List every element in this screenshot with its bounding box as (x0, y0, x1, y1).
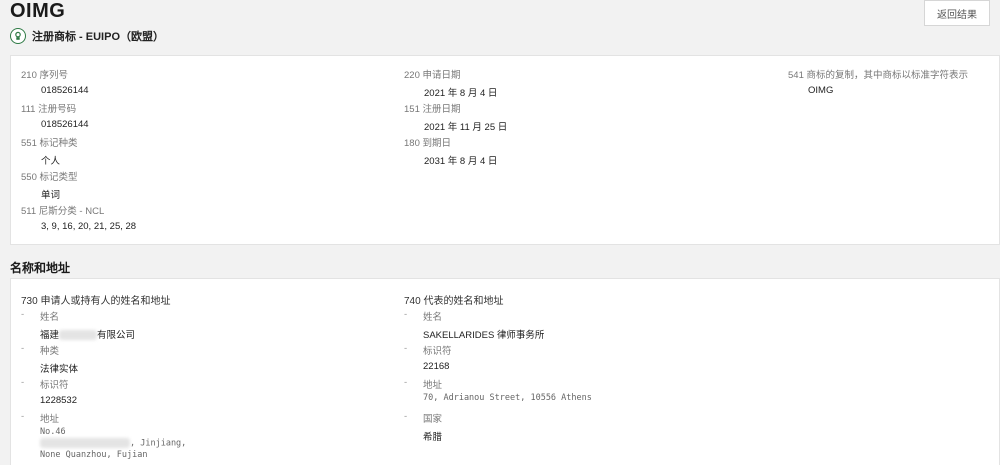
applicant-kind-field: - 种类 法律实体 (21, 343, 79, 375)
field-value: 1228532 (40, 395, 77, 406)
field-label: 姓名 (423, 312, 443, 323)
field-registration-date: 151 注册日期 2021 年 11 月 25 日 (404, 101, 507, 133)
field-label: 550 标记类型 (21, 172, 78, 183)
field-label: 151 注册日期 (404, 104, 461, 115)
names-addresses-card: 730 申请人或持有人的姓名和地址 - 姓名 福建 有限公司 - 种类 法律实体 … (10, 278, 1000, 465)
representative-address-field: - 地址 70, Adrianou Street, 10556 Athens (404, 377, 592, 403)
field-value: 018526144 (41, 119, 89, 130)
field-label: 标识符 (423, 346, 452, 357)
field-label: 210 序列号 (21, 70, 68, 81)
trademark-type-label: 注册商标 - EUIPO（欧盟） (32, 31, 165, 43)
field-mark-kind: 551 标记种类 个人 (21, 135, 78, 167)
applicant-heading: 730 申请人或持有人的姓名和地址 (21, 296, 171, 307)
field-label: 姓名 (40, 312, 60, 323)
applicant-name-prefix: 福建 (40, 330, 60, 341)
redacted-blur (40, 438, 130, 448)
field-mark-reproduction: 541 商标的复制，其中商标以标准字符表示 OIMG (788, 67, 968, 96)
field-label: 种类 (40, 346, 60, 357)
trademark-details-card: 210 序列号 018526144 111 注册号码 018526144 551… (10, 55, 1000, 245)
page-title: OIMG (10, 0, 66, 22)
representative-name-field: - 姓名 SAKELLARIDES 律师事务所 (404, 309, 545, 341)
address-line: No.46 (40, 427, 66, 437)
field-label: 地址 (40, 414, 60, 425)
applicant-name-suffix: 有限公司 (97, 330, 136, 341)
field-label: 地址 (423, 380, 443, 391)
field-value: 22168 (423, 361, 450, 372)
field-expiry-date: 180 到期日 2031 年 8 月 4 日 (404, 135, 497, 167)
field-value: SAKELLARIDES 律师事务所 (423, 330, 545, 341)
field-value: 希腊 (423, 432, 443, 443)
redacted-blur (59, 330, 98, 341)
field-value: 法律实体 (40, 364, 79, 375)
field-value: OIMG (808, 85, 834, 96)
field-value: 70, Adrianou Street, 10556 Athens (423, 393, 592, 403)
field-value: 2021 年 11 月 25 日 (424, 122, 508, 133)
applicant-identifier-field: - 标识符 1228532 (21, 377, 77, 406)
field-label: 220 申请日期 (404, 70, 461, 81)
field-label: 标识符 (40, 380, 69, 391)
field-label: 111 注册号码 (21, 104, 77, 115)
field-value: No.46 , Jinjiang, None Quanzhou, Fujian (21, 427, 186, 461)
field-value: 3, 9, 16, 20, 21, 25, 28 (41, 221, 137, 232)
trademark-status-icon (10, 28, 26, 44)
field-value: 2021 年 8 月 4 日 (424, 88, 498, 99)
field-value: 福建 有限公司 (21, 327, 135, 341)
field-value: 个人 (41, 156, 61, 167)
applicant-address-field: - 地址 No.46 , Jinjiang, None Quanzhou, Fu… (21, 411, 187, 461)
address-line: None Quanzhou, Fujian (40, 449, 148, 460)
field-label: 180 到期日 (404, 138, 451, 149)
representative-heading: 740 代表的姓名和地址 (404, 296, 504, 307)
representative-country-field: - 国家 希腊 (404, 411, 443, 443)
back-to-results-button[interactable]: 返回结果 (924, 0, 990, 26)
field-application-date: 220 申请日期 2021 年 8 月 4 日 (404, 67, 497, 99)
field-registration-number: 111 注册号码 018526144 (21, 101, 89, 130)
field-value: 018526144 (41, 85, 89, 96)
field-label: 511 尼斯分类 - NCL (21, 206, 105, 217)
field-nice-classification: 511 尼斯分类 - NCL 3, 9, 16, 20, 21, 25, 28 (21, 203, 136, 232)
names-section-title: 名称和地址 (10, 261, 71, 275)
field-label: 541 商标的复制，其中商标以标准字符表示 (788, 70, 968, 81)
address-line: , Jinjiang, (40, 438, 186, 450)
field-serial-number: 210 序列号 018526144 (21, 67, 89, 96)
trademark-subtitle: 注册商标 - EUIPO（欧盟） (10, 28, 164, 44)
field-value: 2031 年 8 月 4 日 (424, 156, 498, 167)
field-mark-type: 550 标记类型 单词 (21, 169, 78, 201)
field-label: 国家 (423, 414, 443, 425)
address-line-suffix: , Jinjiang, (130, 438, 187, 449)
field-value: 单词 (41, 190, 61, 201)
applicant-name-field: - 姓名 福建 有限公司 (21, 309, 136, 341)
representative-identifier-field: - 标识符 22168 (404, 343, 452, 372)
field-label: 551 标记种类 (21, 138, 78, 149)
